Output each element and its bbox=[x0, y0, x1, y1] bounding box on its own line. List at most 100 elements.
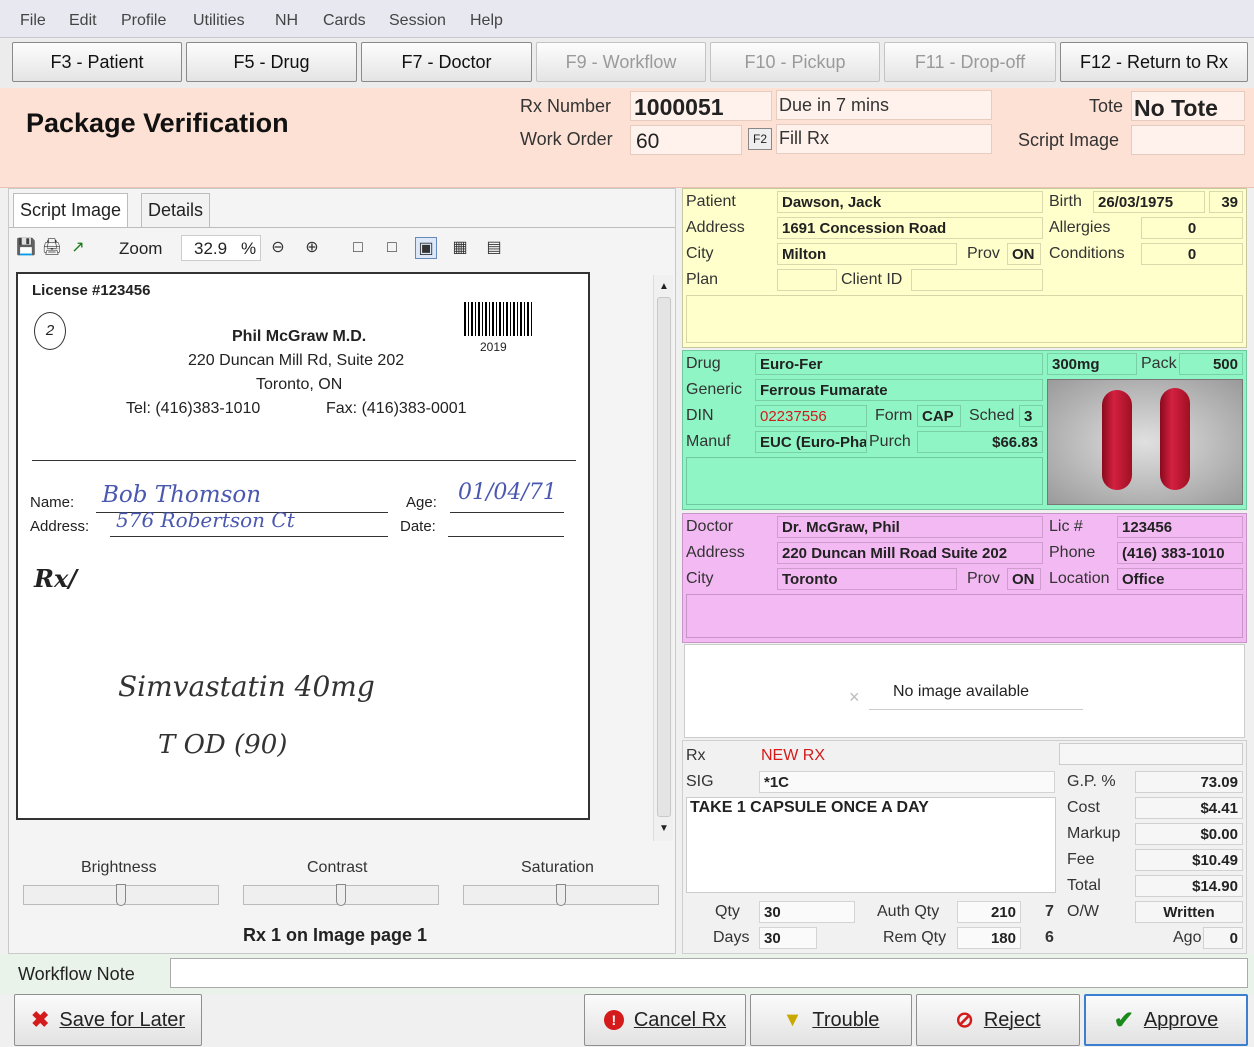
drug-panel: Drug Euro-Fer 300mg Pack 500 Generic Fer… bbox=[682, 350, 1247, 510]
rx-panel: Rx NEW RX SIG *1C TAKE 1 CAPSULE ONCE A … bbox=[682, 740, 1247, 954]
actual-size-icon[interactable]: ▤ bbox=[483, 237, 505, 259]
tote-label: Tote bbox=[1089, 96, 1124, 116]
script-date-label: Date: bbox=[400, 518, 436, 535]
prescription-image: License #123456 2 2019 Phil McGraw M.D. … bbox=[16, 272, 590, 820]
saturation-label: Saturation bbox=[521, 859, 594, 876]
script-image-label: Script Image bbox=[1018, 130, 1120, 150]
sig-code[interactable]: *1C bbox=[759, 771, 1055, 793]
trouble-button[interactable]: ▼ Trouble bbox=[750, 994, 912, 1046]
f9-workflow-button[interactable]: F9 - Workflow bbox=[536, 42, 706, 82]
patient-prov[interactable]: ON bbox=[1007, 243, 1041, 265]
city-label: City bbox=[686, 245, 714, 262]
f5-drug-button[interactable]: F5 - Drug bbox=[186, 42, 357, 82]
vertical-scrollbar[interactable]: ▲ ▼ bbox=[653, 275, 673, 841]
handwritten-directions: T OD (90) bbox=[158, 730, 288, 760]
print-icon[interactable]: 🖨 bbox=[41, 237, 63, 259]
drug-strength: 300mg bbox=[1047, 353, 1137, 375]
save-icon[interactable]: 💾 bbox=[15, 237, 37, 259]
zoom-out-icon[interactable]: ⊖ bbox=[267, 237, 289, 259]
doctor-name[interactable]: Dr. McGraw, Phil bbox=[777, 516, 1043, 538]
script-address-label: Address: bbox=[30, 518, 90, 535]
rotate-left-icon[interactable]: □ bbox=[347, 237, 369, 259]
stop-icon: ! bbox=[603, 1010, 624, 1030]
f11-dropoff-button[interactable]: F11 - Drop-off bbox=[884, 42, 1056, 82]
doctor-city: Toronto bbox=[777, 568, 957, 590]
gp-value: 73.09 bbox=[1135, 771, 1243, 793]
cost-label: Cost bbox=[1067, 799, 1100, 816]
conditions-count[interactable]: 0 bbox=[1141, 243, 1243, 265]
barcode bbox=[464, 302, 534, 336]
workflow-note-input[interactable] bbox=[170, 958, 1248, 988]
drug-name[interactable]: Euro-Fer bbox=[755, 353, 1043, 375]
menu-session[interactable]: Session bbox=[389, 12, 446, 30]
menu-cards[interactable]: Cards bbox=[323, 12, 366, 30]
din-label: DIN bbox=[686, 407, 714, 424]
markup-value: $0.00 bbox=[1135, 823, 1243, 845]
f7-doctor-button[interactable]: F7 - Doctor bbox=[361, 42, 532, 82]
phone-value: (416) 383-1010 bbox=[1117, 542, 1243, 564]
no-image-text: No image available bbox=[893, 683, 1030, 700]
doctor-city-label: City bbox=[686, 570, 714, 587]
days-value[interactable]: 30 bbox=[759, 927, 817, 949]
allergies-count[interactable]: 0 bbox=[1141, 217, 1243, 239]
menu-file[interactable]: File bbox=[20, 12, 46, 30]
menu-utilities[interactable]: Utilities bbox=[193, 12, 245, 30]
script-image-field bbox=[1131, 125, 1245, 155]
script-name-value: Bob Thomson bbox=[102, 482, 262, 508]
tab-details[interactable]: Details bbox=[141, 193, 211, 227]
client-id-label: Client ID bbox=[841, 271, 903, 288]
din-value: 02237556 bbox=[755, 405, 867, 427]
patient-name[interactable]: Dawson, Jack bbox=[777, 191, 1043, 213]
menu-nh[interactable]: NH bbox=[275, 12, 298, 30]
zoom-label: Zoom bbox=[119, 239, 163, 258]
cancel-rx-button[interactable]: ! Cancel Rx bbox=[584, 994, 746, 1046]
lic-label: Lic # bbox=[1049, 518, 1083, 535]
address-label: Address bbox=[686, 219, 745, 236]
save-for-later-button[interactable]: ✖ Save for Later bbox=[14, 994, 202, 1046]
tab-script-image[interactable]: Script Image bbox=[13, 193, 129, 227]
pack-size: 500 bbox=[1179, 353, 1243, 375]
menu-help[interactable]: Help bbox=[470, 12, 503, 30]
allergies-label: Allergies bbox=[1049, 219, 1111, 236]
fit-page-icon[interactable]: ▣ bbox=[415, 237, 437, 259]
fee-value: $10.49 bbox=[1135, 849, 1243, 871]
ago-value: 0 bbox=[1203, 927, 1243, 949]
script-doctor-name: Phil McGraw M.D. bbox=[232, 328, 367, 345]
form-label: Form bbox=[875, 407, 913, 424]
ow-value[interactable]: Written bbox=[1135, 901, 1243, 923]
f2-button[interactable]: F2 bbox=[748, 128, 772, 150]
qty-value[interactable]: 30 bbox=[759, 901, 855, 923]
script-name-label: Name: bbox=[30, 494, 75, 511]
contrast-slider[interactable] bbox=[243, 884, 439, 906]
page-title: Package Verification bbox=[26, 108, 289, 138]
saturation-slider[interactable] bbox=[463, 884, 659, 906]
rx-label: Rx bbox=[686, 747, 706, 764]
prov-label: Prov bbox=[967, 245, 1000, 262]
auth-qty-value[interactable]: 210 bbox=[957, 901, 1021, 923]
zoom-value[interactable]: 32.9 bbox=[194, 239, 227, 259]
f3-patient-button[interactable]: F3 - Patient bbox=[12, 42, 182, 82]
circled-number: 2 bbox=[34, 312, 66, 350]
patient-label: Patient bbox=[686, 193, 736, 210]
zoom-in-icon[interactable]: ⊕ bbox=[301, 237, 323, 259]
menu-profile[interactable]: Profile bbox=[121, 12, 166, 30]
export-icon[interactable]: ↗ bbox=[67, 237, 89, 259]
tote-value: No Tote bbox=[1134, 95, 1218, 121]
fit-width-icon[interactable]: ▦ bbox=[449, 237, 471, 259]
patient-city[interactable]: Milton bbox=[777, 243, 957, 265]
reject-button[interactable]: ⊘ Reject bbox=[916, 994, 1080, 1046]
patient-address[interactable]: 1691 Concession Road bbox=[777, 217, 1043, 239]
brightness-slider[interactable] bbox=[23, 884, 219, 906]
approve-button[interactable]: ✔ Approve bbox=[1084, 994, 1248, 1046]
plan-field[interactable] bbox=[777, 269, 837, 291]
rotate-right-icon[interactable]: □ bbox=[381, 237, 403, 259]
f12-return-button[interactable]: F12 - Return to Rx bbox=[1060, 42, 1248, 82]
client-id-field[interactable] bbox=[911, 269, 1043, 291]
menu-edit[interactable]: Edit bbox=[69, 12, 97, 30]
broken-image-icon: × bbox=[849, 687, 860, 707]
birth-date[interactable]: 26/03/1975 bbox=[1093, 191, 1205, 213]
f10-pickup-button[interactable]: F10 - Pickup bbox=[710, 42, 880, 82]
doctor-address-label: Address bbox=[686, 544, 745, 561]
fill-rx-label: Fill Rx bbox=[779, 128, 829, 148]
form-value: CAP bbox=[917, 405, 961, 427]
